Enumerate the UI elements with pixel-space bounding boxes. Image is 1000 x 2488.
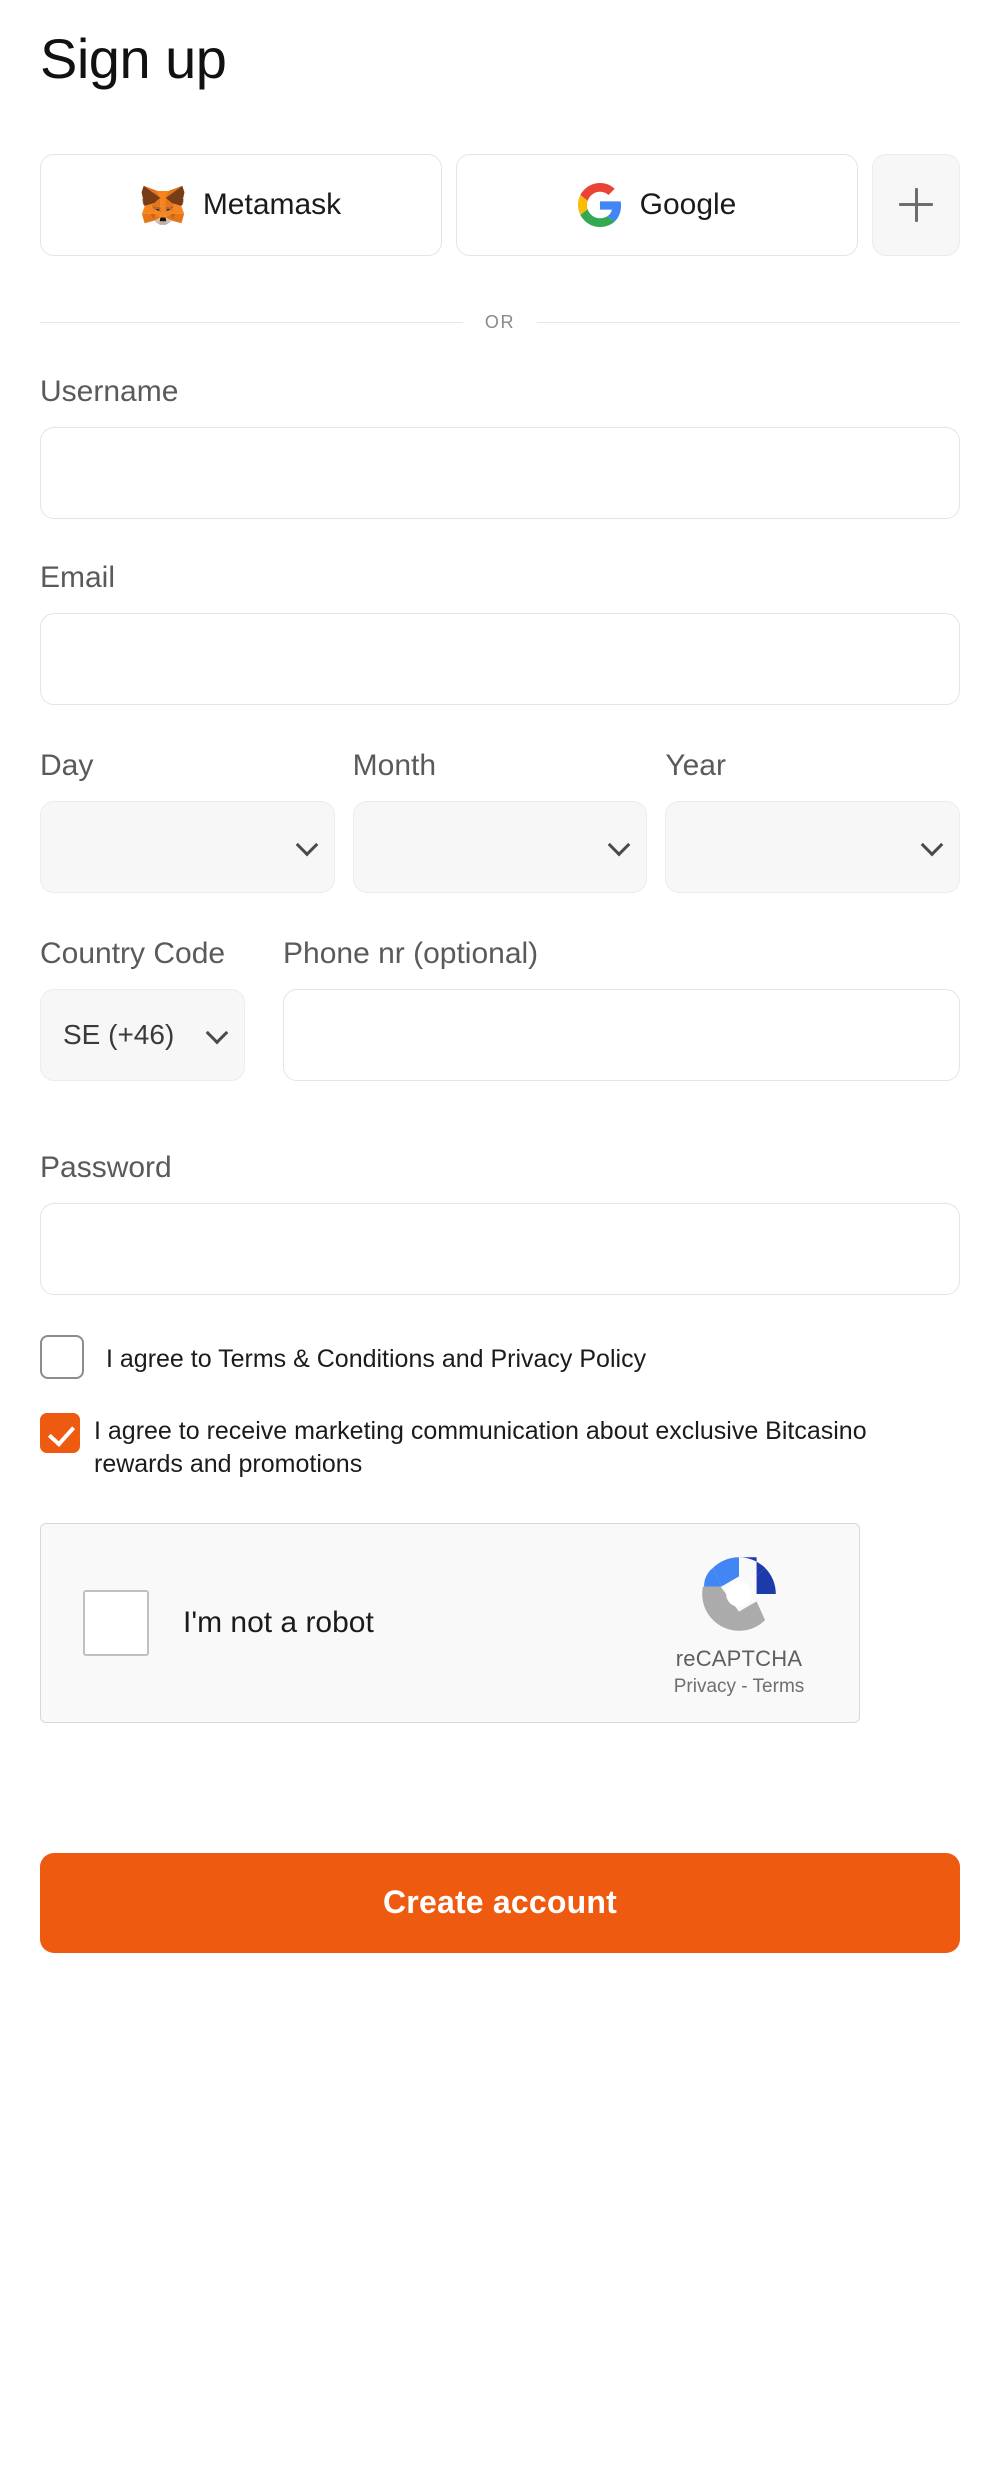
country-code-value: SE (+46) bbox=[63, 1018, 175, 1050]
email-label: Email bbox=[40, 560, 116, 594]
country-code-select-wrap: SE (+46) bbox=[40, 988, 245, 1081]
month-label: Month bbox=[352, 748, 437, 782]
recaptcha-logo-icon bbox=[702, 1556, 776, 1631]
create-account-button[interactable]: Create account bbox=[40, 1852, 960, 1953]
recaptcha-privacy-terms-links[interactable]: Privacy - Terms bbox=[649, 1676, 829, 1698]
terms-consent-row: I agree to Terms & Conditions and Privac… bbox=[40, 1334, 960, 1379]
year-select[interactable] bbox=[665, 800, 961, 893]
metamask-login-label: Metamask bbox=[202, 187, 342, 221]
day-select[interactable] bbox=[40, 800, 335, 893]
google-g-icon bbox=[577, 182, 621, 227]
country-code-label: Country Code bbox=[40, 936, 226, 970]
social-login-row: Metamask Google bbox=[40, 153, 960, 256]
month-field-group: Month bbox=[352, 748, 648, 893]
recaptcha-branding: reCAPTCHA Privacy - Terms bbox=[649, 1548, 829, 1698]
month-select[interactable] bbox=[352, 800, 648, 893]
divider-line-left bbox=[40, 321, 463, 323]
marketing-checkbox[interactable] bbox=[40, 1412, 80, 1453]
day-select-wrap bbox=[40, 800, 335, 893]
year-select-wrap bbox=[665, 800, 961, 893]
day-label: Day bbox=[40, 748, 94, 782]
date-of-birth-row: Day Month Year bbox=[40, 748, 961, 893]
email-input[interactable] bbox=[40, 612, 960, 705]
username-label: Username bbox=[40, 374, 179, 408]
metamask-fox-icon bbox=[141, 185, 185, 225]
terms-checkbox[interactable] bbox=[40, 1334, 84, 1379]
metamask-login-button[interactable]: Metamask bbox=[40, 153, 442, 256]
recaptcha-widget: I'm not a robot reCAPTCHA Privacy - Term… bbox=[40, 1522, 860, 1723]
recaptcha-label: I'm not a robot bbox=[183, 1605, 374, 1639]
year-label: Year bbox=[665, 748, 726, 782]
more-login-options-button[interactable] bbox=[872, 153, 960, 256]
recaptcha-brand-name: reCAPTCHA bbox=[675, 1645, 803, 1671]
country-code-field-group: Country Code SE (+46) bbox=[40, 937, 245, 1081]
marketing-consent-label: I agree to receive marketing communicati… bbox=[94, 1416, 867, 1478]
page-title: Sign up bbox=[40, 27, 227, 90]
password-input[interactable] bbox=[40, 1202, 960, 1295]
password-field-group: Password bbox=[40, 1151, 960, 1295]
google-login-button[interactable]: Google bbox=[456, 153, 858, 256]
divider-line-right bbox=[537, 321, 961, 323]
phone-label: Phone nr (optional) bbox=[283, 936, 539, 970]
plus-icon bbox=[899, 187, 933, 222]
phone-field-group: Phone nr (optional) bbox=[283, 937, 960, 1081]
username-input[interactable] bbox=[40, 426, 960, 519]
password-label: Password bbox=[40, 1150, 172, 1184]
recaptcha-checkbox[interactable] bbox=[83, 1589, 149, 1656]
divider-label: OR bbox=[484, 311, 516, 332]
phone-row: Country Code SE (+46) Phone nr (optional… bbox=[40, 937, 960, 1081]
country-code-select[interactable]: SE (+46) bbox=[40, 988, 245, 1081]
year-field-group: Year bbox=[665, 748, 961, 893]
username-field-group: Username bbox=[40, 375, 960, 519]
month-select-wrap bbox=[352, 800, 648, 893]
marketing-consent-row: I agree to receive marketing communicati… bbox=[40, 1412, 960, 1481]
terms-consent-label: I agree to Terms & Conditions and Privac… bbox=[106, 1344, 647, 1373]
phone-input[interactable] bbox=[283, 988, 960, 1081]
or-divider: OR bbox=[40, 311, 961, 333]
signup-page: Sign up Metamask Google OR Username Emai… bbox=[0, 0, 1000, 2488]
day-field-group: Day bbox=[40, 749, 335, 893]
google-login-label: Google bbox=[639, 187, 737, 221]
email-field-group: Email bbox=[40, 561, 960, 705]
